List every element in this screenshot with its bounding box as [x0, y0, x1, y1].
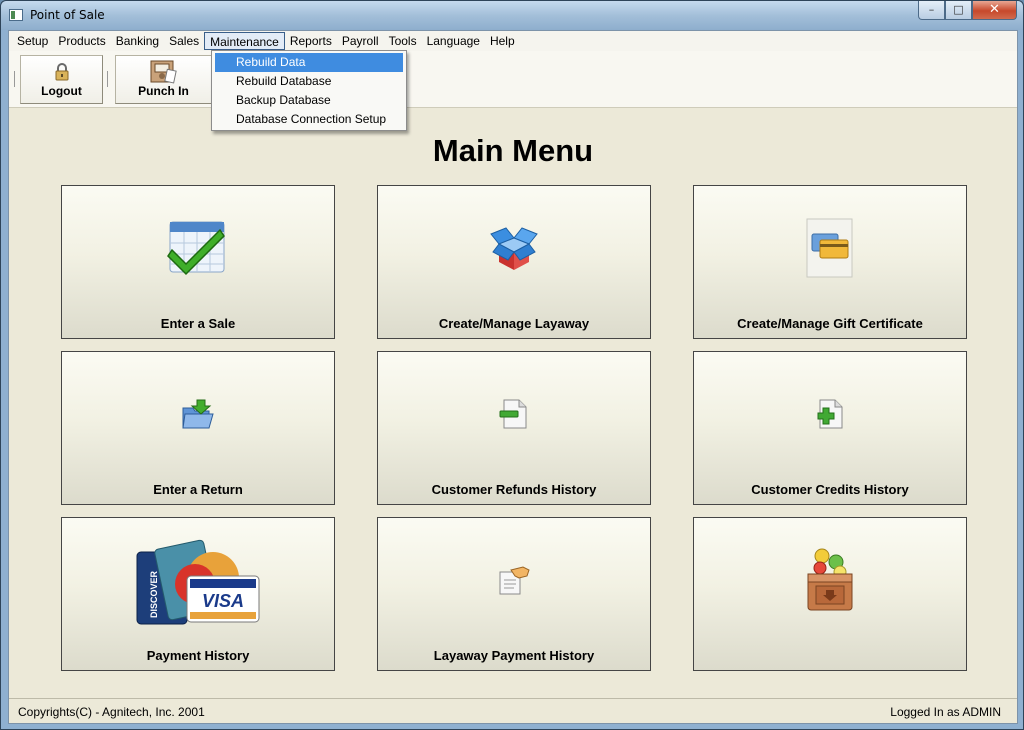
- create-manage-gift-certificate-tile[interactable]: Create/Manage Gift Certificate: [693, 185, 967, 339]
- tile-label: Customer Refunds History: [431, 482, 597, 497]
- toolbar-separator: [14, 71, 15, 87]
- customer-credits-history-tile[interactable]: Customer Credits History: [693, 351, 967, 505]
- title-bar[interactable]: Point of Sale – □ ✕: [1, 1, 1023, 30]
- document-minus-icon: [499, 399, 527, 429]
- menu-payroll[interactable]: Payroll: [337, 32, 384, 50]
- menu-reports[interactable]: Reports: [285, 32, 337, 50]
- enter-sale-tile[interactable]: Enter a Sale: [61, 185, 335, 339]
- toolbar: Logout Punch In: [9, 51, 1017, 108]
- app-window: Point of Sale – □ ✕ Setup Products Banki…: [0, 0, 1024, 730]
- tile-label: Payment History: [146, 648, 250, 663]
- tile-label: Layaway Payment History: [433, 648, 595, 663]
- credit-cards-icon: DISCOVER VISA: [136, 539, 260, 625]
- credit-card-icon: [806, 218, 853, 278]
- enter-return-tile[interactable]: Enter a Return: [61, 351, 335, 505]
- menu-help[interactable]: Help: [485, 32, 520, 50]
- visa-logo: VISA: [202, 591, 244, 611]
- menu-item-rebuild-database[interactable]: Rebuild Database: [215, 72, 403, 91]
- treasure-chest-icon: [807, 548, 853, 611]
- lock-icon: [55, 63, 69, 81]
- minimize-button[interactable]: –: [918, 1, 945, 20]
- punch-in-button[interactable]: Punch In: [115, 55, 212, 104]
- tile-label: Customer Credits History: [751, 482, 909, 497]
- menu-bar: Setup Products Banking Sales Maintenance…: [9, 31, 1017, 51]
- window-title: Point of Sale: [30, 8, 105, 22]
- maintenance-dropdown: Rebuild Data Rebuild Database Backup Dat…: [211, 50, 407, 131]
- menu-item-rebuild-data[interactable]: Rebuild Data: [215, 53, 403, 72]
- punch-in-label: Punch In: [138, 84, 189, 98]
- menu-item-database-connection-setup[interactable]: Database Connection Setup: [215, 110, 403, 129]
- menu-setup[interactable]: Setup: [12, 32, 53, 50]
- status-bar: Copyrights(C) - Agnitech, Inc. 2001 Logg…: [9, 698, 1017, 723]
- layaway-payment-history-tile[interactable]: Layaway Payment History: [377, 517, 651, 671]
- tile-label: Enter a Sale: [160, 316, 236, 331]
- payment-history-tile[interactable]: DISCOVER VISA Payment History: [61, 517, 335, 671]
- maximize-button[interactable]: □: [945, 1, 972, 20]
- tile-label: Create/Manage Layaway: [438, 316, 590, 331]
- logout-label: Logout: [41, 84, 82, 98]
- tile-label: Enter a Return: [153, 482, 243, 497]
- menu-maintenance[interactable]: Maintenance: [204, 32, 285, 50]
- page-title: Main Menu: [432, 133, 594, 168]
- document-hand-icon: [499, 566, 530, 595]
- copyright-text: Copyrights(C) - Agnitech, Inc. 2001: [18, 705, 205, 719]
- create-manage-layaway-tile[interactable]: Create/Manage Layaway: [377, 185, 651, 339]
- menu-banking[interactable]: Banking: [111, 32, 164, 50]
- menu-tools[interactable]: Tools: [384, 32, 422, 50]
- logout-button[interactable]: Logout: [20, 55, 103, 104]
- customer-refunds-history-tile[interactable]: Customer Refunds History: [377, 351, 651, 505]
- folder-return-icon: [182, 399, 214, 429]
- window-controls: – □ ✕: [918, 1, 1017, 20]
- document-plus-icon: [817, 399, 843, 429]
- close-button[interactable]: ✕: [972, 1, 1017, 20]
- menu-item-backup-database[interactable]: Backup Database: [215, 91, 403, 110]
- menu-language[interactable]: Language: [422, 32, 485, 50]
- open-box-icon: [490, 227, 538, 270]
- menu-products[interactable]: Products: [53, 32, 110, 50]
- time-clock-icon: [150, 60, 177, 84]
- tile-label: Create/Manage Gift Certificate: [737, 316, 923, 331]
- treasure-tile[interactable]: [693, 517, 967, 671]
- menu-sales[interactable]: Sales: [164, 32, 204, 50]
- discover-logo: DISCOVER: [149, 570, 159, 618]
- client-area: Setup Products Banking Sales Maintenance…: [8, 30, 1018, 724]
- checkmark-calendar-icon: [167, 221, 225, 276]
- app-icon: [9, 9, 23, 21]
- logged-in-user: Logged In as ADMIN: [890, 705, 1001, 719]
- toolbar-separator: [107, 71, 108, 87]
